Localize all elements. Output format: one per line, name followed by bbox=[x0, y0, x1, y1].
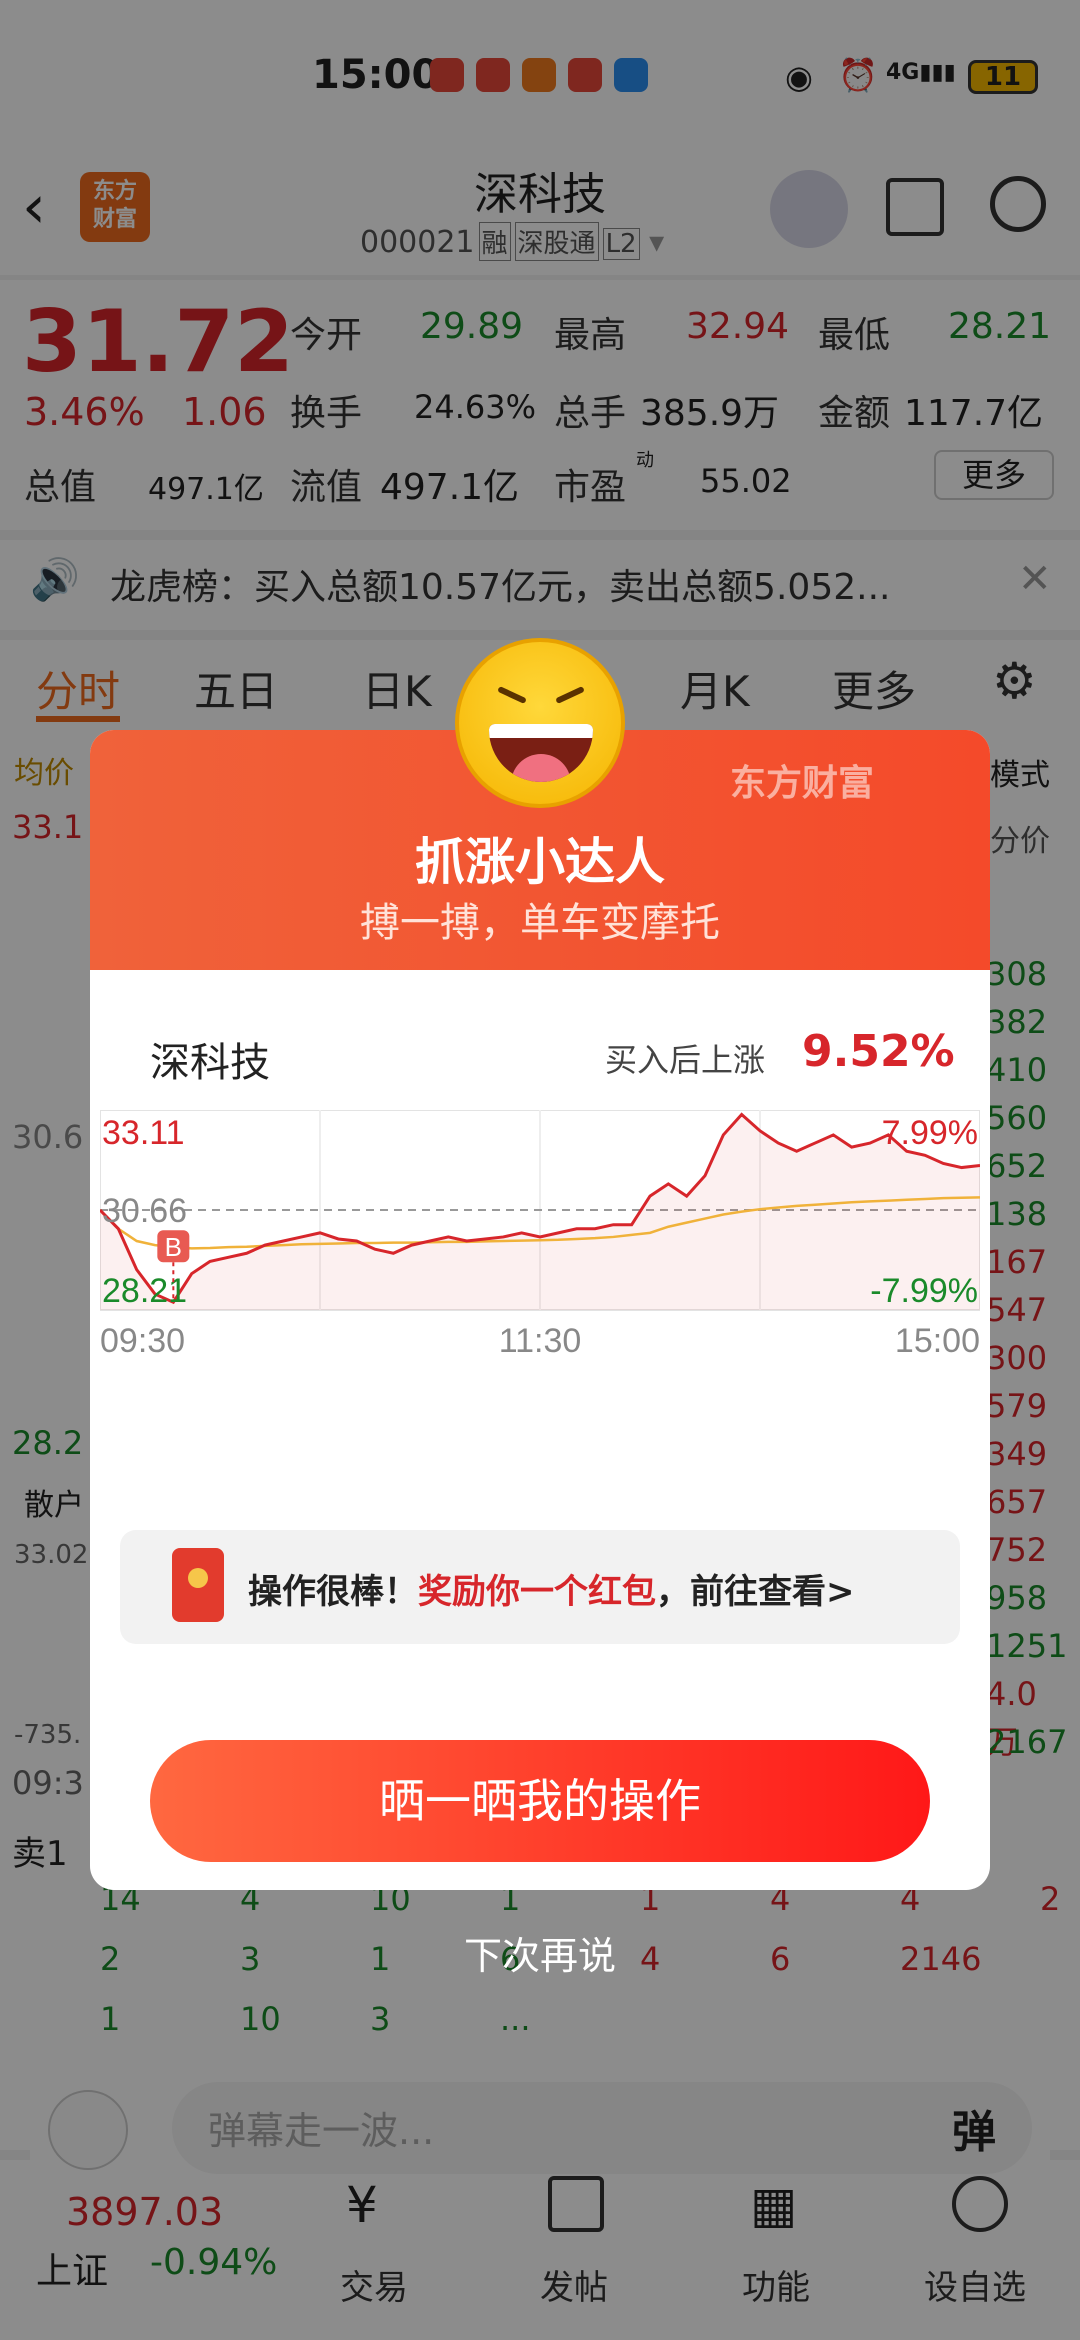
buy-marker-label: B bbox=[165, 1232, 182, 1262]
brand-watermark: 东方财富 bbox=[730, 763, 875, 804]
achievement-dialog: 东方财富 抓涨小达人 搏一搏，单车变摩托 深科技 买入后上涨 9.52% 33.… bbox=[90, 730, 990, 1890]
y-tick-label: 28.21 bbox=[102, 1272, 187, 1310]
dialog-title: 抓涨小达人 bbox=[415, 833, 665, 891]
share-operation-button[interactable]: 晒一晒我的操作 bbox=[150, 1740, 930, 1862]
y-tick-label: 33.11 bbox=[102, 1114, 185, 1152]
laughing-emoji-icon bbox=[455, 638, 625, 808]
pct-tick-label: -7.99% bbox=[870, 1272, 978, 1310]
intraday-chart: 33.11 30.66 28.21 7.99% -7.99% 09:30 11:30 15:0… bbox=[100, 1110, 980, 1410]
later-button[interactable]: 下次再说 bbox=[0, 1925, 1080, 1980]
x-tick-label: 11:30 bbox=[499, 1322, 582, 1360]
x-tick-label: 09:30 bbox=[100, 1322, 185, 1360]
y-tick-label: 30.66 bbox=[102, 1192, 187, 1230]
dialog-stock-name: 深科技 bbox=[150, 1040, 270, 1086]
dialog-subtitle: 搏一搏，单车变摩托 bbox=[360, 900, 720, 946]
pct-tick-label: 7.99% bbox=[882, 1114, 978, 1152]
x-tick-label: 15:00 bbox=[895, 1322, 980, 1360]
red-packet-text: 操作很棒！奖励你一个红包，前往查看> bbox=[248, 1572, 855, 1612]
rise-value: 9.52% bbox=[802, 1026, 955, 1077]
red-packet-icon bbox=[172, 1548, 224, 1622]
red-packet-banner[interactable]: 操作很棒！奖励你一个红包，前往查看> bbox=[120, 1530, 960, 1644]
rise-label: 买入后上涨 bbox=[605, 1041, 766, 1079]
